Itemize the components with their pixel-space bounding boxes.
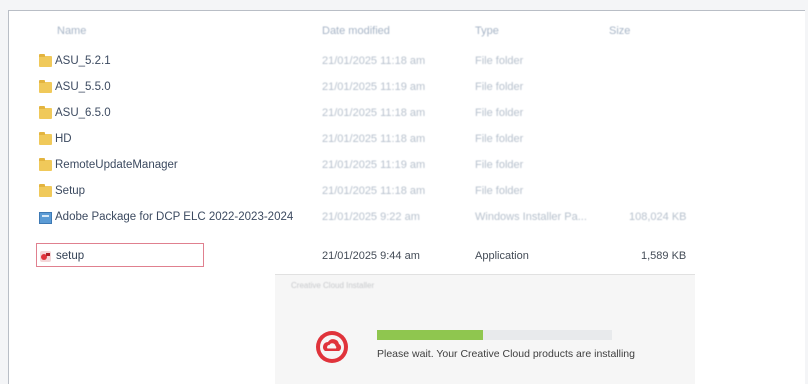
file-date: 21/01/2025 9:22 am xyxy=(322,211,420,223)
folder-icon xyxy=(39,54,52,67)
file-type: Windows Installer Pa... xyxy=(475,211,587,223)
file-row-asu-5-2-1[interactable]: ASU_5.2.1 21/01/2025 11:18 am File folde… xyxy=(9,52,805,74)
folder-icon xyxy=(39,106,52,119)
file-row-remote-update-manager[interactable]: RemoteUpdateManager 21/01/2025 11:19 am … xyxy=(9,156,805,178)
file-type: File folder xyxy=(475,107,524,119)
file-size: 1,589 KB xyxy=(641,250,687,262)
file-row-asu-5-5-0[interactable]: ASU_5.5.0 21/01/2025 11:19 am File folde… xyxy=(9,78,805,100)
install-progress-fill xyxy=(377,330,483,340)
file-date: 21/01/2025 11:18 am xyxy=(322,185,426,197)
folder-icon xyxy=(39,184,52,197)
file-name: ASU_5.2.1 xyxy=(55,55,111,67)
folder-icon xyxy=(39,132,52,145)
file-date: 21/01/2025 11:19 am xyxy=(322,81,426,93)
file-date: 21/01/2025 11:18 am xyxy=(322,133,426,145)
file-type: File folder xyxy=(475,81,524,93)
file-type: File folder xyxy=(475,133,524,145)
folder-icon xyxy=(39,80,52,93)
header-date-modified[interactable]: Date modified xyxy=(322,25,390,37)
file-date: 21/01/2025 11:18 am xyxy=(322,55,426,67)
file-date: 21/01/2025 11:18 am xyxy=(322,107,426,119)
install-status-message: Please wait. Your Creative Cloud product… xyxy=(377,348,635,360)
creative-cloud-installer-popup: Creative Cloud Installer Please wait. Yo… xyxy=(275,274,695,384)
file-name: Setup xyxy=(55,185,86,197)
installer-package-icon xyxy=(39,212,52,224)
column-headers: Name Date modified Type Size xyxy=(9,11,805,47)
folder-icon xyxy=(39,158,52,171)
file-date: 21/01/2025 9:44 am xyxy=(322,250,420,262)
file-date: 21/01/2025 11:19 am xyxy=(322,159,426,171)
file-type: File folder xyxy=(475,55,524,67)
creative-cloud-logo-icon xyxy=(316,331,348,363)
header-type[interactable]: Type xyxy=(475,25,499,37)
header-name[interactable]: Name xyxy=(57,25,86,37)
file-explorer-window: Name Date modified Type Size ASU_5.2.1 2… xyxy=(8,10,805,384)
install-progress-bar xyxy=(377,330,612,340)
header-size[interactable]: Size xyxy=(609,25,630,37)
file-name: Adobe Package for DCP ELC 2022-2023-2024 xyxy=(55,211,294,223)
file-type: File folder xyxy=(475,159,524,171)
file-name: HD xyxy=(55,133,72,145)
file-row-setup-folder[interactable]: Setup 21/01/2025 11:18 am File folder xyxy=(9,182,805,204)
file-name: RemoteUpdateManager xyxy=(55,159,178,171)
file-type: Application xyxy=(475,250,529,262)
file-type: File folder xyxy=(475,185,524,197)
file-row-adobe-package[interactable]: Adobe Package for DCP ELC 2022-2023-2024… xyxy=(9,208,805,230)
selection-highlight-box xyxy=(36,243,204,267)
file-row-asu-6-5-0[interactable]: ASU_6.5.0 21/01/2025 11:18 am File folde… xyxy=(9,104,805,126)
file-name: ASU_5.5.0 xyxy=(55,81,111,93)
file-name: ASU_6.5.0 xyxy=(55,107,111,119)
file-row-hd[interactable]: HD 21/01/2025 11:18 am File folder xyxy=(9,130,805,152)
file-size: 108,024 KB xyxy=(629,211,687,223)
popup-title: Creative Cloud Installer xyxy=(291,281,375,290)
